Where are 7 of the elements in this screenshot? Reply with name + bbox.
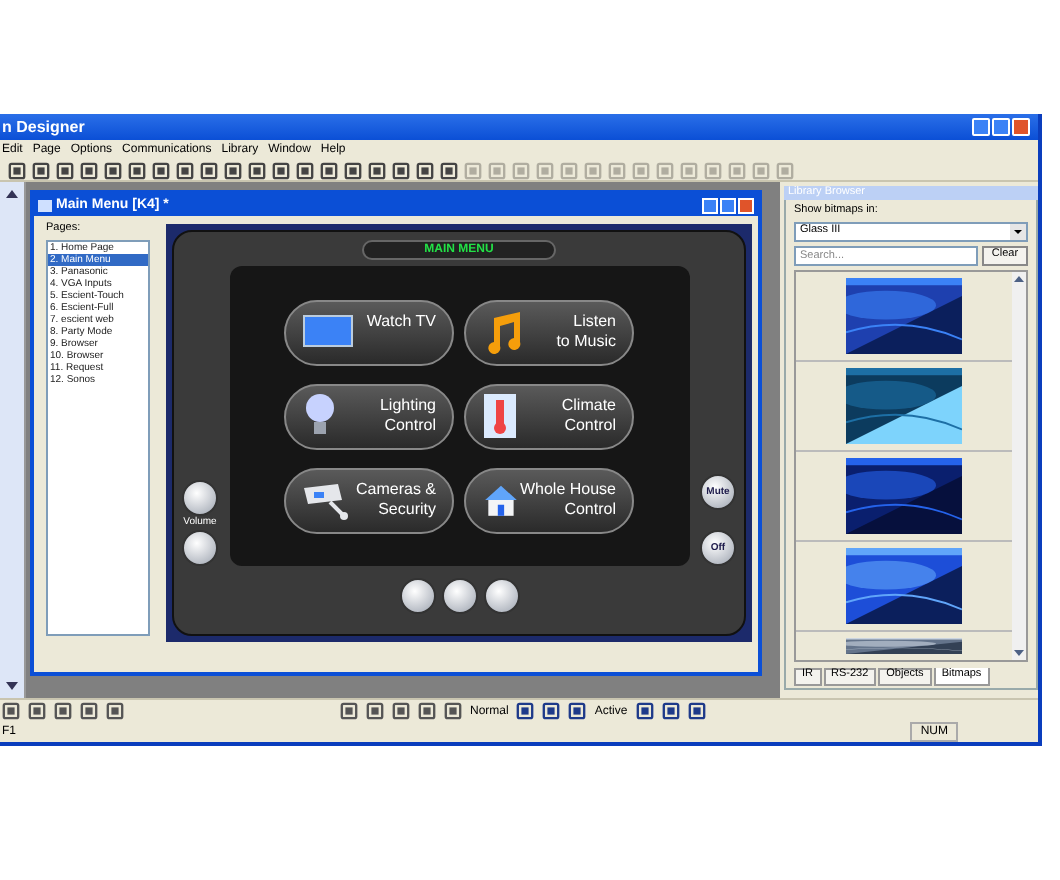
menu-button[interactable]: Whole House Control: [464, 467, 634, 533]
menu-button[interactable]: Climate Control: [464, 383, 634, 449]
menu-button[interactable]: Listen to Music: [464, 299, 634, 365]
window-title: n Designer: [0, 119, 85, 135]
menu-button[interactable]: Watch TV: [284, 299, 454, 365]
menu-button[interactable]: Lighting Control: [284, 383, 454, 449]
menu-button[interactable]: Cameras & Security: [284, 467, 454, 533]
